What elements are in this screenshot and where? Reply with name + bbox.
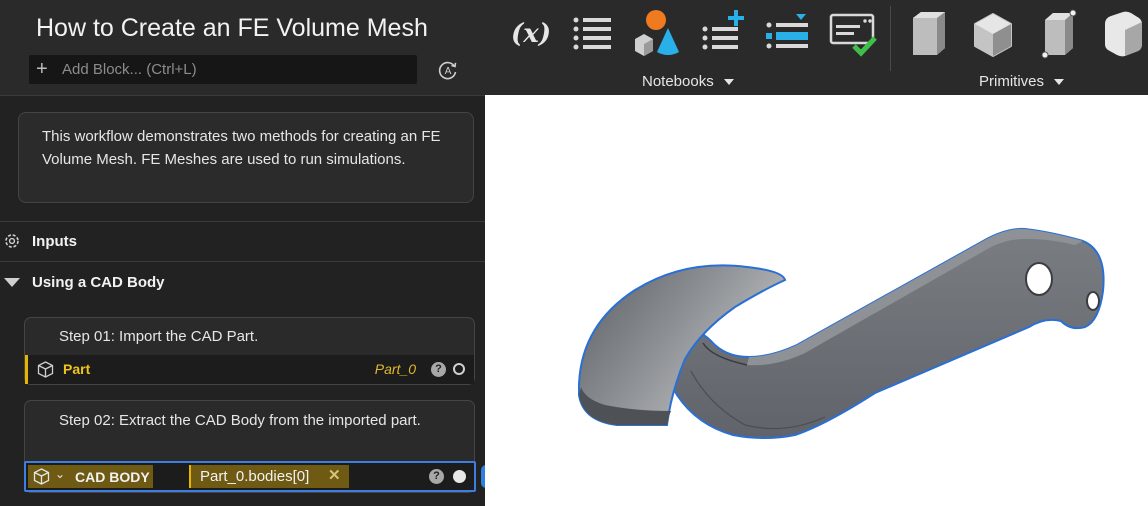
cad-body-cube-icon [33,468,50,485]
svg-text:A: A [445,66,452,77]
add-list-icon[interactable] [697,8,749,60]
part-cube-icon [37,361,54,378]
3d-viewport[interactable] [485,95,1148,506]
checked-document-icon[interactable] [827,8,879,60]
plus-icon: + [36,58,48,80]
caret-down-icon[interactable] [4,278,20,287]
cad-section-header[interactable]: Using a CAD Body [0,262,485,302]
workflow-description: This workflow demonstrates two methods f… [42,128,441,168]
cad-body-input-row[interactable]: ⌄ CAD BODY Part_0.bodies[0] ✕ ? [24,461,476,492]
primitives-group-label: Primitives [979,73,1045,90]
list-icon[interactable] [569,8,621,60]
output-port-icon[interactable] [453,363,465,375]
toolbar-divider [890,6,891,71]
add-block-input[interactable]: + Add Block... (Ctrl+L) [29,55,417,84]
workflow-title: How to Create an FE Volume Mesh [36,14,428,42]
step-02-card: Step 02: Extract the CAD Body from the i… [24,400,476,493]
clear-icon[interactable]: ✕ [328,466,341,484]
cad-section-label: Using a CAD Body [32,274,165,291]
caret-down-icon [1054,79,1065,86]
notebooks-group-dropdown[interactable]: Notebooks [642,73,734,90]
caret-down-icon [723,79,734,86]
box-primitive-icon[interactable] [903,8,955,60]
shapes-icon[interactable] [631,8,683,60]
rounded-box-primitive-icon[interactable] [967,8,1019,60]
step-02-text: Step 02: Extract the CAD Body from the i… [59,412,421,429]
insert-list-icon[interactable] [763,8,815,60]
cad-body-value: Part_0.bodies[0] [200,468,310,485]
help-icon[interactable]: ? [431,362,446,377]
workflow-panel: How to Create an FE Volume Mesh + Add Bl… [0,0,485,506]
inputs-section-label: Inputs [32,233,77,250]
cad-body-label: CAD BODY [75,469,150,485]
smooth-box-primitive-icon[interactable] [1097,8,1148,60]
inputs-gear-icon [5,234,19,248]
primitives-group-dropdown[interactable]: Primitives [979,73,1065,90]
step-01-text: Step 01: Import the CAD Part. [59,328,259,345]
cad-body-value-field[interactable]: Part_0.bodies[0] ✕ [189,465,349,488]
workflow-description-card: This workflow demonstrates two methods f… [18,112,474,203]
help-icon[interactable]: ? [429,469,444,484]
cad-part-model[interactable] [485,95,1148,506]
part-value: Part_0 [374,361,416,377]
chevron-down-icon[interactable]: ⌄ [55,467,65,481]
part-output-row[interactable]: Part Part_0 ? [25,355,474,384]
ribbon-toolbar: (x) Notebooks Primitives [485,0,1148,95]
box-corner-primitive-icon[interactable] [1033,8,1085,60]
inputs-section-header[interactable]: Inputs [0,222,485,261]
output-port-icon[interactable] [453,470,466,483]
workflow-header: How to Create an FE Volume Mesh + Add Bl… [0,0,485,96]
variable-icon[interactable]: (x) [505,8,557,60]
part-label: Part [63,361,91,377]
step-01-card: Step 01: Import the CAD Part. Part Part_… [24,317,475,385]
variable-icon-text: (x) [511,19,551,49]
notebooks-group-label: Notebooks [642,73,714,90]
auto-arrange-icon[interactable]: A [437,59,459,81]
cad-body-type-chip[interactable]: ⌄ CAD BODY [28,465,153,488]
add-block-placeholder: Add Block... (Ctrl+L) [62,61,197,78]
